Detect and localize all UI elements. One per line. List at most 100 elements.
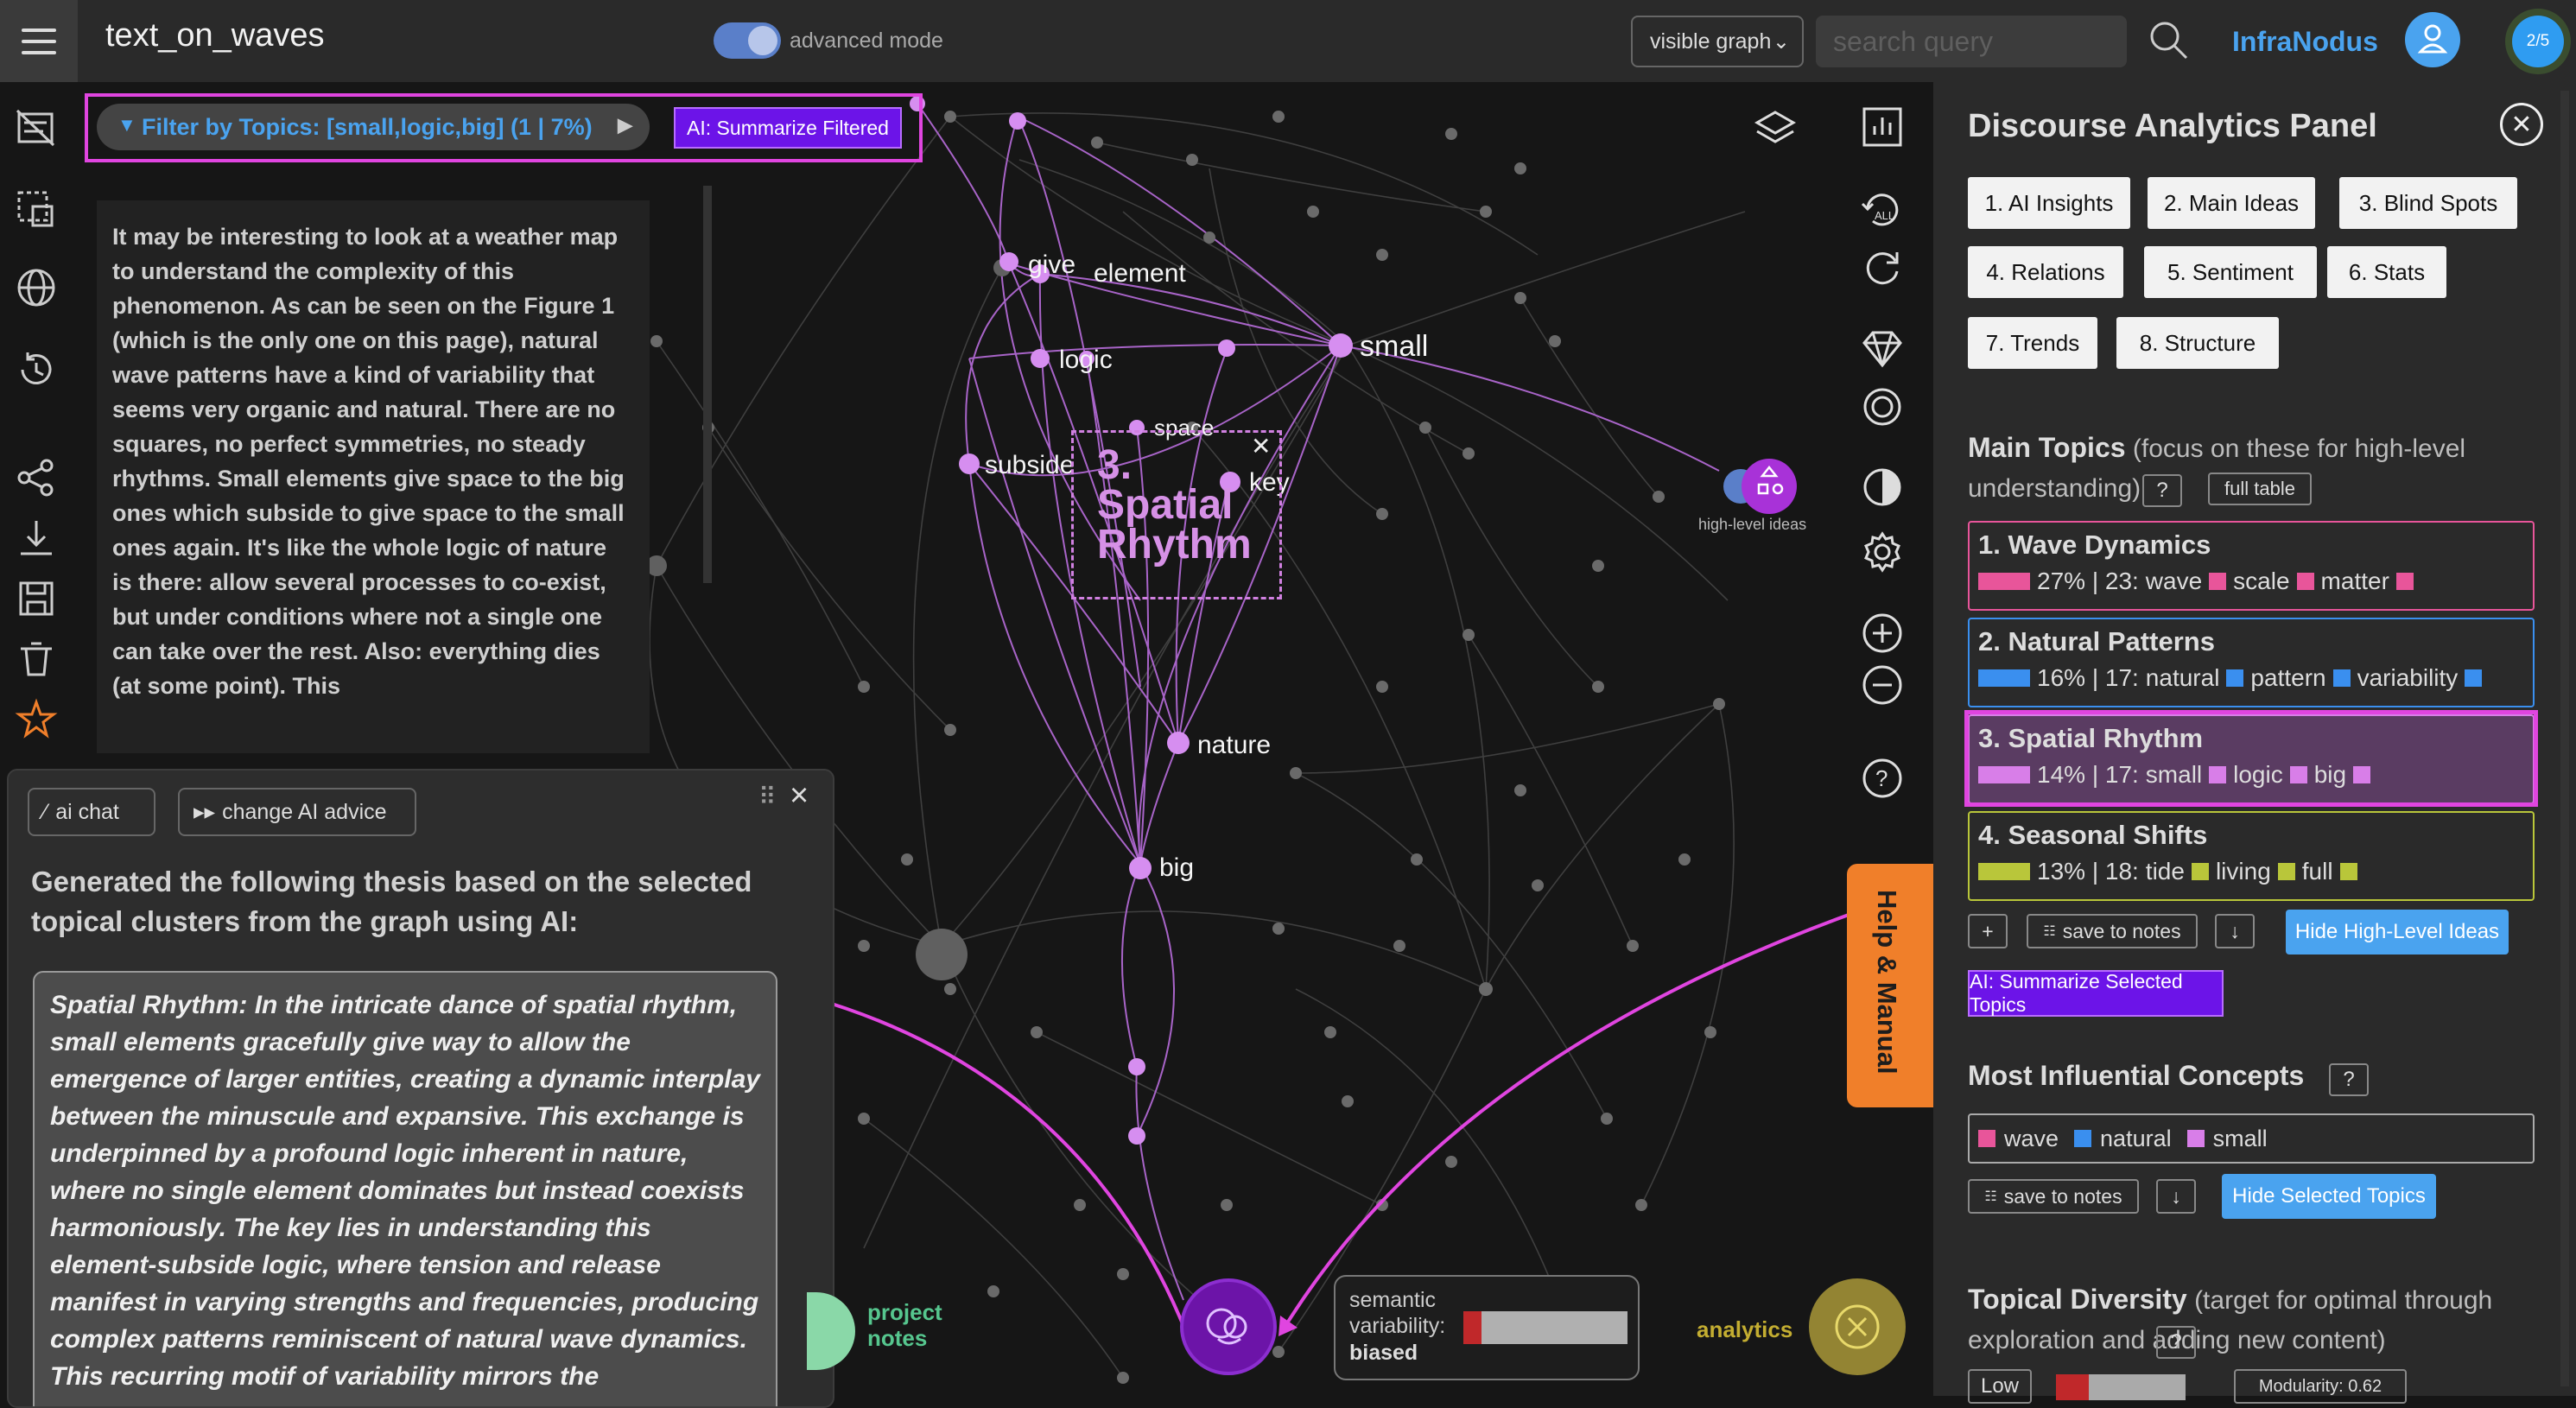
- project-notes-label[interactable]: project notes: [867, 1299, 971, 1351]
- semantic-variability-widget[interactable]: semantic variability: biased: [1334, 1275, 1640, 1380]
- diamond-icon[interactable]: [1857, 324, 1907, 374]
- close-icon[interactable]: ✕: [2500, 103, 2543, 146]
- tab-ai-insights[interactable]: 1. AI Insights: [1968, 177, 2130, 229]
- topic-word[interactable]: variability: [2357, 664, 2459, 692]
- concept-item[interactable]: natural: [2100, 1126, 2172, 1152]
- full-table-button[interactable]: full table: [2208, 473, 2312, 505]
- node-give[interactable]: give: [1028, 251, 1075, 280]
- change-ai-advice-button[interactable]: ▸▸ change AI advice: [178, 788, 416, 836]
- node-subside[interactable]: subside: [985, 451, 1074, 480]
- summarize-selected-topics-button[interactable]: AI: Summarize Selected Topics: [1968, 970, 2224, 1017]
- brand-logo[interactable]: InfraNodus: [2232, 26, 2378, 58]
- topic-word[interactable]: full: [2302, 858, 2333, 885]
- tab-trends[interactable]: 7. Trends: [1968, 317, 2097, 369]
- graph-view-select[interactable]: visible graph ⌄: [1631, 16, 1804, 67]
- help-icon[interactable]: ?: [1857, 753, 1907, 803]
- panel-scrollbar[interactable]: [2560, 91, 2569, 1386]
- contrast-icon[interactable]: [1857, 462, 1907, 512]
- tab-relations[interactable]: 4. Relations: [1968, 246, 2123, 298]
- hide-high-level-ideas-button[interactable]: Hide High-Level Ideas: [2286, 910, 2509, 955]
- text-panel[interactable]: It may be interesting to look at a weath…: [97, 200, 650, 753]
- text-editor-icon[interactable]: [12, 104, 60, 152]
- topic-word[interactable]: matter: [2321, 568, 2389, 595]
- topic-card-2[interactable]: 2. Natural Patterns 16% | 17: natural patt…: [1968, 618, 2535, 707]
- drag-handle-icon[interactable]: ⠿: [758, 783, 777, 811]
- cluster-label[interactable]: 3. Spatial Rhythm: [1097, 445, 1252, 566]
- share-icon[interactable]: [12, 453, 60, 502]
- analytics-button[interactable]: [1809, 1278, 1906, 1375]
- tab-main-ideas[interactable]: 2. Main Ideas: [2148, 177, 2315, 229]
- hide-selected-topics-button[interactable]: Hide Selected Topics: [2222, 1174, 2436, 1219]
- text-scrollbar[interactable]: [703, 186, 712, 583]
- concept-swatch: [1978, 1130, 1995, 1147]
- caret-right-icon: ▶: [618, 114, 632, 136]
- node-big[interactable]: big: [1159, 853, 1194, 883]
- diversity-help-button[interactable]: ?: [2156, 1326, 2196, 1359]
- download-button[interactable]: ↓: [2156, 1179, 2196, 1214]
- zoom-out-icon[interactable]: [1857, 660, 1907, 710]
- analytics-label[interactable]: analytics: [1697, 1316, 1792, 1343]
- topic-card-1[interactable]: 1. Wave Dynamics 27% | 23: wave scale matte…: [1968, 521, 2535, 611]
- progress-badge[interactable]: 2/5: [2505, 9, 2571, 74]
- search-input[interactable]: [1816, 16, 2127, 67]
- menu-icon[interactable]: [0, 0, 78, 82]
- star-icon[interactable]: [12, 695, 60, 744]
- app-title[interactable]: text_on_waves: [105, 17, 325, 54]
- topic-word[interactable]: natural: [2146, 664, 2220, 692]
- save-to-notes-button[interactable]: ☷ save to notes: [2027, 914, 2198, 948]
- node-element[interactable]: element: [1094, 259, 1186, 289]
- target-icon[interactable]: [1857, 382, 1907, 432]
- trash-icon[interactable]: [12, 635, 60, 683]
- close-icon[interactable]: ×: [790, 777, 809, 815]
- topic-swatch: [2226, 669, 2244, 687]
- diversity-bar: [2056, 1374, 2186, 1400]
- topic-word[interactable]: scale: [2233, 568, 2289, 595]
- ai-result-box[interactable]: Spatial Rhythm: In the intricate dance o…: [33, 971, 777, 1406]
- globe-icon[interactable]: [12, 263, 60, 312]
- node-logic[interactable]: logic: [1059, 346, 1113, 375]
- refresh-icon[interactable]: [1857, 242, 1907, 292]
- topic-word[interactable]: tide: [2146, 858, 2185, 885]
- list-icon: ☷: [1984, 1189, 1997, 1204]
- reset-all-icon[interactable]: ALL: [1857, 185, 1907, 235]
- node-nature[interactable]: nature: [1197, 731, 1271, 760]
- select-area-icon[interactable]: [12, 186, 60, 234]
- topic-word[interactable]: living: [2216, 858, 2271, 885]
- discourse-analytics-panel: Discourse Analytics Panel ✕ 1. AI Insigh…: [1933, 82, 2576, 1404]
- user-icon[interactable]: [2405, 12, 2460, 67]
- topic-word[interactable]: pattern: [2250, 664, 2325, 692]
- main-topics-help-button[interactable]: ?: [2142, 474, 2182, 507]
- download-button[interactable]: ↓: [2215, 914, 2255, 948]
- add-topic-button[interactable]: +: [1968, 914, 2008, 948]
- save-to-notes-label: save to notes: [2003, 1184, 2122, 1208]
- influential-help-button[interactable]: ?: [2329, 1063, 2369, 1096]
- zoom-in-icon[interactable]: [1857, 608, 1907, 658]
- close-icon[interactable]: ✕: [1251, 432, 1271, 460]
- tab-structure[interactable]: 8. Structure: [2116, 317, 2279, 369]
- tab-sentiment[interactable]: 5. Sentiment: [2144, 246, 2317, 298]
- high-level-ideas-label: high-level ideas: [1698, 516, 1807, 533]
- filter-by-topics-button[interactable]: ▼ Filter by Topics: [small,logic,big] (1…: [97, 104, 650, 150]
- topic-word[interactable]: wave: [2146, 568, 2202, 595]
- concept-item[interactable]: small: [2213, 1126, 2268, 1152]
- layers-icon[interactable]: [1750, 104, 1800, 154]
- diversity-value[interactable]: Low: [1968, 1369, 2032, 1404]
- search-icon[interactable]: [2148, 19, 2191, 62]
- save-icon[interactable]: [12, 574, 60, 623]
- topic-card-4[interactable]: 4. Seasonal Shifts 13% | 18: tide living fu…: [1968, 811, 2535, 901]
- chart-icon[interactable]: [1857, 102, 1907, 152]
- advanced-mode-toggle[interactable]: [714, 22, 781, 59]
- download-icon[interactable]: [12, 514, 60, 562]
- ai-brain-icon[interactable]: [1180, 1278, 1277, 1375]
- gear-icon[interactable]: [1857, 527, 1907, 577]
- chevron-down-icon: ⌄: [1772, 30, 1790, 54]
- text-content[interactable]: It may be interesting to look at a weath…: [112, 219, 631, 703]
- save-to-notes-button[interactable]: ☷ save to notes: [1968, 1179, 2139, 1214]
- concept-item[interactable]: wave: [2004, 1126, 2059, 1152]
- node-small[interactable]: small: [1360, 330, 1428, 364]
- tab-blind-spots[interactable]: 3. Blind Spots: [2339, 177, 2517, 229]
- tab-stats[interactable]: 6. Stats: [2327, 246, 2446, 298]
- ai-chat-button[interactable]: ⁄ ai chat: [28, 788, 155, 836]
- summarize-filtered-button[interactable]: AI: Summarize Filtered: [674, 107, 902, 149]
- history-icon[interactable]: [12, 346, 60, 394]
